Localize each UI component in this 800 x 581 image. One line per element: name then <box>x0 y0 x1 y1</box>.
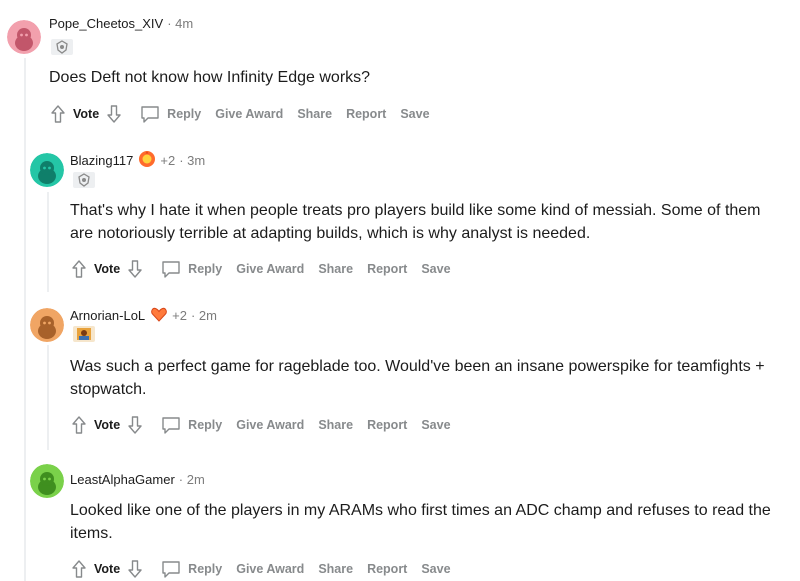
snoo-avatar-icon <box>30 464 64 498</box>
user-flair <box>73 172 95 188</box>
upvote-button[interactable] <box>68 413 90 437</box>
heart-award-icon <box>151 307 167 322</box>
username[interactable]: LeastAlphaGamer <box>70 472 175 487</box>
comment-body: Was such a perfect game for rageblade to… <box>70 358 765 398</box>
comment-actions: Vote Reply Give Award Share Report Save <box>47 102 430 126</box>
comment-meta: Arnorian-LoL +2 · 2m <box>70 305 217 326</box>
comment-meta: Pope_Cheetos_XIV · 4m <box>49 16 193 31</box>
reply-button[interactable]: Reply <box>160 415 222 435</box>
user-flair <box>51 39 73 55</box>
username[interactable]: Arnorian-LoL <box>70 308 145 323</box>
vote-count: Vote <box>73 107 100 121</box>
give-award-button[interactable]: Give Award <box>236 418 304 432</box>
reply-button[interactable]: Reply <box>160 259 222 279</box>
upvote-arrow-icon <box>72 560 86 578</box>
save-button[interactable]: Save <box>421 562 450 576</box>
username[interactable]: Blazing117 <box>70 153 133 168</box>
score-badge: +2 <box>172 308 187 323</box>
share-button[interactable]: Share <box>318 562 353 576</box>
report-button[interactable]: Report <box>367 418 407 432</box>
reply-button[interactable]: Reply <box>160 559 222 579</box>
comment-meta: Blazing117 +2 · 3m <box>70 150 205 171</box>
downvote-arrow-icon <box>107 105 121 123</box>
comment-bubble-icon <box>162 561 180 578</box>
share-button[interactable]: Share <box>297 107 332 121</box>
upvote-arrow-icon <box>72 260 86 278</box>
flame-award-icon <box>139 151 156 167</box>
downvote-button[interactable] <box>103 102 125 126</box>
league-crest-icon <box>78 173 90 187</box>
give-award-button[interactable]: Give Award <box>215 107 283 121</box>
reply-label: Reply <box>167 107 202 121</box>
downvote-arrow-icon <box>128 416 142 434</box>
vote-count: Vote <box>94 418 121 432</box>
avatar[interactable] <box>7 20 41 54</box>
reply-label: Reply <box>188 418 223 432</box>
comment-body: That's why I hate it when people treats … <box>70 202 761 242</box>
timestamp[interactable]: · 4m <box>167 16 193 31</box>
avatar[interactable] <box>30 308 64 342</box>
comment-actions: Vote Reply Give Award Share Report Save <box>68 557 451 581</box>
report-button[interactable]: Report <box>367 262 407 276</box>
award-badge[interactable] <box>150 305 168 326</box>
comment-body: Does Deft not know how Infinity Edge wor… <box>49 69 371 86</box>
report-button[interactable]: Report <box>346 107 386 121</box>
upvote-button[interactable] <box>68 257 90 281</box>
champion-portrait-icon <box>77 328 91 340</box>
timestamp[interactable]: · 3m <box>179 153 205 168</box>
league-crest-icon <box>56 40 68 54</box>
score-badge: +2 <box>160 153 176 168</box>
comment-actions: Vote Reply Give Award Share Report Save <box>68 257 451 281</box>
thread-line-root[interactable] <box>24 58 26 581</box>
comment-body: Looked like one of the players in my ARA… <box>70 502 771 542</box>
reply-button[interactable]: Reply <box>139 104 201 124</box>
thread-line-reply-1[interactable] <box>47 192 49 292</box>
snoo-avatar-icon <box>30 153 64 187</box>
upvote-arrow-icon <box>72 416 86 434</box>
downvote-arrow-icon <box>128 260 142 278</box>
award-badge[interactable] <box>138 150 156 171</box>
comment-meta: LeastAlphaGamer · 2m <box>70 472 205 487</box>
upvote-button[interactable] <box>47 102 69 126</box>
give-award-button[interactable]: Give Award <box>236 562 304 576</box>
avatar[interactable] <box>30 153 64 187</box>
comment-bubble-icon <box>162 417 180 434</box>
reply-label: Reply <box>188 562 223 576</box>
comment-bubble-icon <box>162 261 180 278</box>
save-button[interactable]: Save <box>400 107 429 121</box>
username[interactable]: Pope_Cheetos_XIV <box>49 16 163 31</box>
user-flair <box>73 326 95 342</box>
share-button[interactable]: Share <box>318 262 353 276</box>
give-award-button[interactable]: Give Award <box>236 262 304 276</box>
timestamp[interactable]: · 2m <box>179 472 205 487</box>
downvote-arrow-icon <box>128 560 142 578</box>
avatar[interactable] <box>30 464 64 498</box>
downvote-button[interactable] <box>124 557 146 581</box>
upvote-arrow-icon <box>51 105 65 123</box>
snoo-avatar-icon <box>7 20 41 54</box>
thread-line-reply-2[interactable] <box>47 345 49 450</box>
reply-label: Reply <box>188 262 223 276</box>
vote-count: Vote <box>94 262 121 276</box>
timestamp[interactable]: · 2m <box>191 308 217 323</box>
save-button[interactable]: Save <box>421 262 450 276</box>
downvote-button[interactable] <box>124 257 146 281</box>
snoo-avatar-icon <box>30 308 64 342</box>
comment-bubble-icon <box>141 106 159 123</box>
upvote-button[interactable] <box>68 557 90 581</box>
report-button[interactable]: Report <box>367 562 407 576</box>
downvote-button[interactable] <box>124 413 146 437</box>
comment-actions: Vote Reply Give Award Share Report Save <box>68 413 451 437</box>
save-button[interactable]: Save <box>421 418 450 432</box>
vote-count: Vote <box>94 562 121 576</box>
share-button[interactable]: Share <box>318 418 353 432</box>
